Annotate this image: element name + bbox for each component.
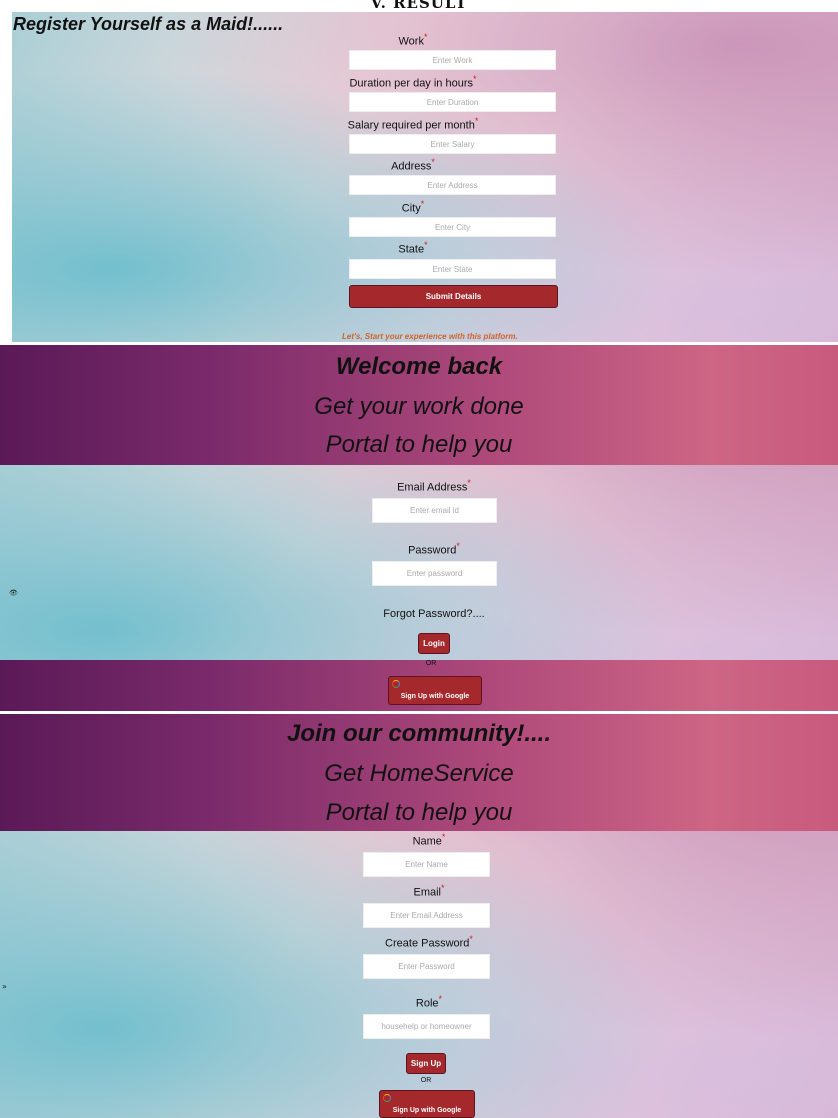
signup-panel: Join our community!.... Get HomeService … [0, 714, 838, 1118]
signup-or-label: OR [420, 1077, 432, 1084]
show-password-toggle-icon[interactable]: » [2, 982, 7, 991]
signup-banner: Join our community!.... Get HomeService … [0, 714, 838, 831]
city-input[interactable] [349, 217, 556, 237]
forgot-password-link[interactable]: Forgot Password?.... [15, 608, 838, 620]
signup-email-input[interactable] [363, 903, 490, 928]
address-input[interactable] [349, 175, 556, 195]
state-label: State* [398, 240, 428, 256]
work-input[interactable] [349, 50, 556, 70]
address-label: Address* [391, 157, 435, 173]
login-welcome-heading: Welcome back [335, 353, 503, 380]
show-password-eye-icon[interactable]: 👁 [9, 589, 18, 597]
duration-label: Duration per day in hours* [349, 74, 477, 90]
login-panel: Welcome back Get your work done Portal t… [0, 345, 838, 711]
google-icon [392, 680, 400, 688]
state-input[interactable] [349, 259, 556, 279]
signup-name-input[interactable] [363, 852, 490, 877]
page-heading: V. RESULT [0, 0, 838, 8]
login-subheading-1: Get your work done [314, 393, 524, 420]
login-google-label: Sign Up with Google [400, 693, 470, 700]
login-google-button[interactable]: Sign Up with Google [388, 676, 482, 705]
role-label: Role* [415, 994, 443, 1010]
login-subheading-2: Portal to help you [325, 431, 513, 458]
signup-subheading-1: Get HomeService [324, 760, 514, 787]
create-password-label: Create Password* [385, 934, 473, 950]
signup-heading: Join our community!.... [286, 720, 551, 747]
signup-google-label: Sign Up with Google [392, 1106, 462, 1114]
login-bottom-band: OR Sign Up with Google [0, 660, 838, 711]
login-or-label: OR [425, 660, 437, 667]
work-label: Work* [398, 32, 428, 48]
login-email-input[interactable] [372, 498, 497, 523]
salary-label: Salary required per month* [347, 116, 479, 132]
login-button[interactable]: Login [418, 633, 450, 654]
maid-footer-text: Let's, Start your experience with this p… [342, 332, 518, 341]
signup-password-input[interactable] [363, 954, 490, 979]
name-label: Name* [412, 832, 446, 848]
signup-subheading-2: Portal to help you [325, 799, 513, 826]
login-password-input[interactable] [372, 561, 497, 586]
signup-button[interactable]: Sign Up [406, 1053, 446, 1074]
google-icon [383, 1094, 391, 1102]
salary-input[interactable] [349, 134, 556, 154]
maid-registration-panel: Register Yourself as a Maid!...... Work*… [12, 12, 838, 342]
email-label: Email* [413, 883, 445, 899]
email-address-label: Email Address* [397, 478, 471, 494]
login-banner: Welcome back Get your work done Portal t… [0, 345, 838, 465]
signup-role-input[interactable] [363, 1014, 490, 1039]
city-label: City* [401, 199, 425, 215]
duration-input[interactable] [349, 92, 556, 112]
submit-details-button[interactable]: Submit Details [349, 285, 558, 308]
password-label: Password* [408, 541, 460, 557]
signup-google-button[interactable]: Sign Up with Google [379, 1090, 475, 1118]
